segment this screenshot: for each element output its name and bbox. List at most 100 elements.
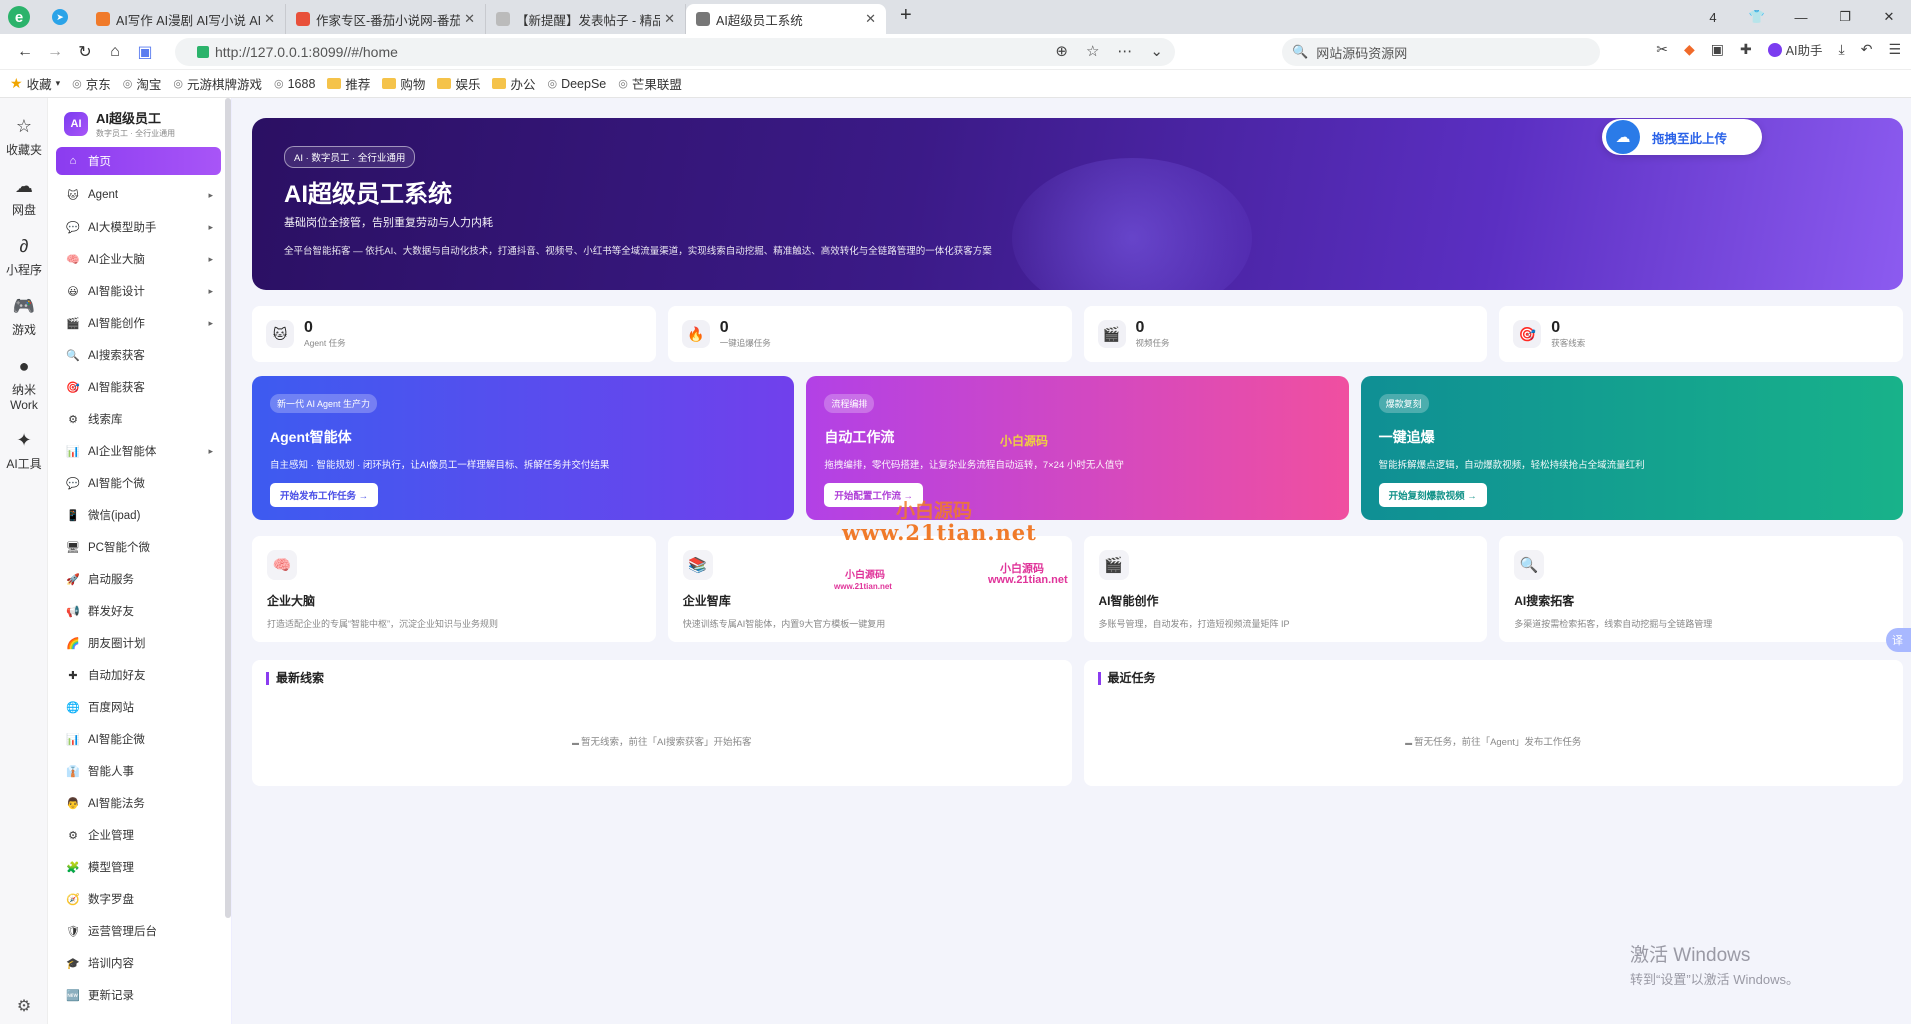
bookmark-item[interactable]: ◎ 元游棋牌游戏: [173, 74, 262, 93]
strip-item[interactable]: ☆ 收藏夹: [0, 116, 48, 158]
bookmark-item[interactable]: ◎ 芒果联盟: [618, 74, 682, 93]
telegram-icon[interactable]: ➤: [52, 9, 68, 25]
sidebar-item[interactable]: 🌈 朋友圈计划: [56, 627, 221, 659]
sidebar-item[interactable]: 📊 AI企业智能体 ▸: [56, 435, 221, 467]
minimize-button[interactable]: —: [1779, 10, 1823, 25]
module-card[interactable]: 🎬 AI智能创作 多账号管理，自动发布，打造短视频流量矩阵 IP: [1083, 536, 1488, 642]
bookmark-item[interactable]: ◎ 1688: [274, 77, 315, 91]
bookmark-item[interactable]: ◎ 淘宝: [123, 74, 162, 93]
sidebar-item[interactable]: 🎓 培训内容: [56, 947, 221, 979]
scissors-icon[interactable]: ✂: [1656, 41, 1668, 58]
tab-count-badge[interactable]: 4: [1691, 10, 1735, 25]
search-box[interactable]: 🔍 网站源码资源网: [1282, 38, 1600, 66]
strip-item[interactable]: ∂ 小程序: [0, 236, 48, 278]
feature-button[interactable]: 开始复刻爆款视频 →: [1378, 483, 1487, 507]
tab-4[interactable]: AI超级员工系统 ✕: [686, 4, 886, 34]
strip-item[interactable]: ● 纳米Work: [0, 356, 48, 412]
new-tab-button[interactable]: +: [900, 4, 912, 27]
sidebar-item[interactable]: ✚ 自动加好友: [56, 659, 221, 691]
strip-item-icon: ☆: [15, 116, 33, 136]
sidebar-item[interactable]: 💬 AI智能个微: [56, 467, 221, 499]
sidebar-item[interactable]: 🔍 AI搜索获客: [56, 339, 221, 371]
bookmark-star-icon[interactable]: ☆: [1086, 42, 1099, 60]
more-icon[interactable]: ⋯: [1117, 42, 1132, 60]
sidebar-item[interactable]: 🖥 PC智能个微: [56, 531, 221, 563]
undo-icon[interactable]: ↶: [1861, 41, 1873, 58]
forward-button[interactable]: →: [40, 43, 70, 61]
sidebar-item[interactable]: ⚙ 企业管理: [56, 819, 221, 851]
reload-button[interactable]: ↻: [70, 42, 100, 62]
zoom-icon[interactable]: ⊕: [1055, 42, 1068, 60]
stat-card[interactable]: 🐱 0 Agent 任务: [252, 306, 656, 362]
sidebar-item-label: AI大模型助手: [88, 222, 157, 234]
dropdown-chevron-icon[interactable]: ⌄: [1150, 42, 1163, 60]
bookmark-item[interactable]: 娱乐: [437, 74, 480, 93]
sidebar-item[interactable]: 🚀 启动服务: [56, 563, 221, 595]
sidebar-item[interactable]: 🧩 模型管理: [56, 851, 221, 883]
sidebar-item[interactable]: 📊 AI智能企微: [56, 723, 221, 755]
strip-item[interactable]: 🎮 游戏: [0, 296, 48, 338]
shirt-icon[interactable]: 👕: [1735, 9, 1779, 25]
home-button[interactable]: ⌂: [100, 43, 130, 61]
sidebar-item[interactable]: 🐱 Agent ▸: [56, 179, 221, 211]
feature-button[interactable]: 开始配置工作流 →: [824, 483, 923, 507]
download-icon[interactable]: ⤓: [1839, 41, 1845, 58]
sidebar-item[interactable]: 📢 群发好友: [56, 595, 221, 627]
url-text[interactable]: http://127.0.0.1:8099//#/home: [215, 44, 398, 60]
stat-card[interactable]: 🔥 0 一键追爆任务: [667, 306, 1072, 362]
restore-button[interactable]: ❐: [1823, 9, 1867, 25]
address-bar[interactable]: http://127.0.0.1:8099//#/home ⊕ ☆ ⋯ ⌄: [175, 38, 1175, 66]
bookmark-item[interactable]: ◎ 京东: [72, 74, 111, 93]
stat-card[interactable]: 🎯 0 获客线索: [1499, 306, 1903, 362]
menu-icon[interactable]: ☰: [1888, 41, 1901, 58]
feature-button[interactable]: 开始发布工作任务 →: [270, 483, 379, 507]
sidebar-item[interactable]: 🌐 百度网站: [56, 691, 221, 723]
module-card[interactable]: 🧠 企业大脑 打造适配企业的专属“智能中枢”，沉淀企业知识与业务规则: [252, 536, 656, 642]
tab-2[interactable]: 作家专区-番茄小说网-番茄小 ✕: [286, 4, 486, 34]
sidebar-item[interactable]: 🎯 AI智能获客: [56, 371, 221, 403]
game-extension-icon[interactable]: ◆: [1684, 41, 1695, 58]
sidebar-item[interactable]: 💬 AI大模型助手 ▸: [56, 211, 221, 243]
tab-close-icon[interactable]: ✕: [664, 11, 675, 27]
sidebar-item[interactable]: ⌂ 首页: [56, 147, 221, 175]
strip-item[interactable]: ☁ 网盘: [0, 176, 48, 218]
bookmark-item[interactable]: 购物: [382, 74, 425, 93]
tab-close-icon[interactable]: ✕: [464, 11, 475, 27]
browser-logo-icon[interactable]: e: [8, 6, 30, 28]
bookmark-item[interactable]: ★ 收藏 ▾: [10, 74, 60, 93]
bookmark-item[interactable]: 推荐: [327, 74, 370, 93]
sidebar-item[interactable]: 🛡 运营管理后台: [56, 915, 221, 947]
tab-1[interactable]: AI写作 AI漫剧 AI写小说 AI ✕: [86, 4, 286, 34]
translate-button[interactable]: 译: [1886, 628, 1911, 652]
tab-close-icon[interactable]: ✕: [264, 11, 275, 27]
sidebar-item[interactable]: ⚙ 线索库: [56, 403, 221, 435]
sidebar-item[interactable]: 👨 AI智能法务: [56, 787, 221, 819]
sidebar-item[interactable]: 🧭 数字罗盘: [56, 883, 221, 915]
sidebar-item[interactable]: 📱 微信(ipad): [56, 499, 221, 531]
ai-extension-icon[interactable]: ▣: [130, 42, 160, 62]
sidebar-item[interactable]: 😃 AI智能设计 ▸: [56, 275, 221, 307]
back-button[interactable]: ←: [10, 43, 40, 61]
module-card[interactable]: 🔍 AI搜索拓客 多渠道按需检索拓客，线索自动挖掘与全链路管理: [1499, 536, 1903, 642]
sidebar-item[interactable]: 🎬 AI智能创作 ▸: [56, 307, 221, 339]
stat-card[interactable]: 🎬 0 视频任务: [1083, 306, 1488, 362]
module-card[interactable]: 📚 企业智库 快速训练专属AI智能体，内置9大官方模板一键复用: [667, 536, 1072, 642]
extensions-icon[interactable]: ✚: [1740, 41, 1752, 58]
close-window-button[interactable]: ✕: [1867, 9, 1911, 25]
bookmark-item[interactable]: 办公: [492, 74, 535, 93]
ai-helper-button[interactable]: AI助手: [1767, 40, 1823, 59]
dropdown-arrow-icon[interactable]: ▾: [56, 78, 61, 89]
sidebar-scrollbar[interactable]: [225, 98, 231, 918]
sidebar-item[interactable]: 🧠 AI企业大脑 ▸: [56, 243, 221, 275]
bookmark-item[interactable]: ◎ DeepSe: [547, 77, 606, 91]
settings-gear-icon[interactable]: ⚙: [0, 996, 48, 1016]
strip-item[interactable]: ✦ AI工具: [0, 430, 48, 472]
tab-close-icon[interactable]: ✕: [865, 11, 876, 27]
screenshot-icon[interactable]: ▣: [1711, 41, 1724, 58]
search-input[interactable]: 网站源码资源网: [1316, 43, 1407, 62]
sidebar-item[interactable]: 🆕 更新记录: [56, 979, 221, 1011]
sidebar-item[interactable]: 👔 智能人事: [56, 755, 221, 787]
sidebar-item-label: AI智能创作: [88, 318, 145, 330]
tab-3[interactable]: 【新提醒】发表帖子 - 精品 ✕: [486, 4, 686, 34]
upload-button[interactable]: ☁ 拖拽至此上传: [1602, 119, 1762, 155]
